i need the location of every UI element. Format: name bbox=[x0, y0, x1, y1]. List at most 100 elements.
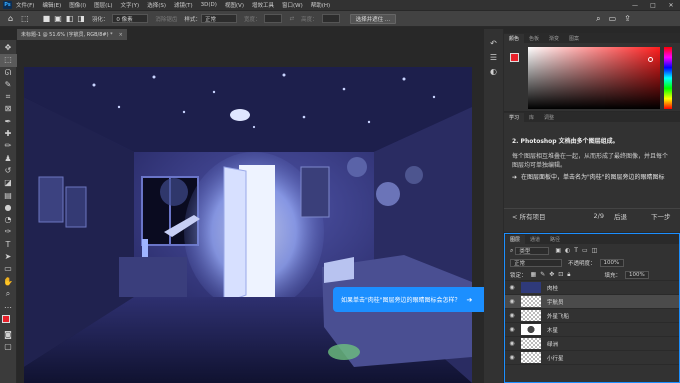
select-and-mask-button[interactable]: 选择并遮住 ... bbox=[349, 13, 397, 24]
quick-select-tool-icon[interactable]: ✎ bbox=[0, 79, 17, 91]
adjust-icon[interactable]: ◐ bbox=[490, 65, 497, 79]
layer-row-jupiter[interactable]: ◉ 木星 bbox=[505, 323, 679, 337]
tab-channels[interactable]: 通道 bbox=[525, 235, 545, 244]
visibility-eye-icon[interactable]: ◉ bbox=[505, 340, 519, 347]
document-tab[interactable]: 未标题-1 @ 51.6% (宇航员, RGB/8#) * × bbox=[17, 29, 127, 40]
clone-stamp-tool-icon[interactable]: ♟ bbox=[0, 153, 17, 165]
filter-adjust-icon[interactable]: ◐ bbox=[565, 247, 570, 254]
tab-patterns[interactable]: 图案 bbox=[564, 34, 584, 43]
menu-plugins[interactable]: 增效工具 bbox=[252, 1, 274, 9]
tab-layers[interactable]: 图层 bbox=[505, 235, 526, 244]
document-canvas-image[interactable] bbox=[24, 67, 472, 383]
hue-slider[interactable] bbox=[664, 47, 672, 109]
marquee-tool-preset-icon[interactable]: ⬚ bbox=[21, 14, 29, 23]
layer-row-spaceship[interactable]: ◉ 外星飞船 bbox=[505, 309, 679, 323]
feather-input[interactable]: 0 像素 bbox=[112, 14, 149, 23]
minimize-button[interactable]: — bbox=[626, 2, 644, 9]
learn-back-button[interactable]: 后退 bbox=[614, 211, 627, 221]
subtract-selection-icon[interactable]: ◧ bbox=[66, 14, 74, 23]
more-tools-icon[interactable]: … bbox=[0, 300, 17, 312]
pen-tool-icon[interactable]: ✑ bbox=[0, 226, 17, 238]
tab-paths[interactable]: 路径 bbox=[545, 235, 565, 244]
add-selection-icon[interactable]: ▣ bbox=[54, 14, 62, 23]
menu-window[interactable]: 窗口(W) bbox=[282, 1, 303, 9]
healing-brush-tool-icon[interactable]: ✚ bbox=[0, 128, 17, 140]
lasso-tool-icon[interactable]: ᘏ bbox=[0, 67, 17, 79]
type-tool-icon[interactable]: T bbox=[0, 239, 17, 251]
antialias-checkbox[interactable]: 消除锯齿 bbox=[155, 15, 177, 23]
blend-mode-select[interactable]: 正常 bbox=[510, 259, 562, 267]
lock-all-icon[interactable]: 🔒︎ bbox=[567, 271, 570, 279]
tab-gradients[interactable]: 渐变 bbox=[544, 34, 564, 43]
blur-tool-icon[interactable]: ● bbox=[0, 202, 17, 214]
lock-move-icon[interactable]: ✥ bbox=[549, 271, 554, 278]
crop-tool-icon[interactable]: ⌗ bbox=[0, 91, 17, 103]
close-document-icon[interactable]: × bbox=[119, 32, 123, 38]
lock-paint-icon[interactable]: ✎ bbox=[540, 271, 545, 278]
new-selection-icon[interactable]: ■ bbox=[43, 14, 51, 23]
swap-icon[interactable]: ⇄ bbox=[289, 16, 294, 22]
all-projects-link[interactable]: < 所有项目 bbox=[512, 211, 546, 221]
height-input[interactable] bbox=[321, 14, 340, 23]
tab-adjustments[interactable]: 调整 bbox=[539, 113, 559, 122]
opacity-input[interactable]: 100% bbox=[599, 259, 624, 267]
color-swatch-preview[interactable] bbox=[510, 53, 519, 62]
menu-file[interactable]: 文件(F) bbox=[16, 1, 34, 9]
search-icon[interactable]: ⌕ bbox=[596, 14, 600, 24]
foreground-color-swatch[interactable] bbox=[1, 314, 10, 323]
maximize-button[interactable]: □ bbox=[644, 2, 662, 9]
quick-mask-icon[interactable]: ◙ bbox=[0, 329, 17, 341]
menu-3d[interactable]: 3D(D) bbox=[201, 2, 217, 8]
fill-input[interactable]: 100% bbox=[625, 270, 649, 279]
share-icon[interactable]: ⇪ bbox=[624, 14, 631, 23]
menu-filter[interactable]: 滤镜(T) bbox=[174, 1, 193, 9]
menu-image[interactable]: 图像(I) bbox=[69, 1, 86, 9]
color-swatches[interactable] bbox=[0, 313, 17, 329]
filter-type-icon[interactable]: T bbox=[574, 247, 578, 254]
menu-edit[interactable]: 编辑(E) bbox=[42, 1, 61, 9]
rectangle-tool-icon[interactable]: ▭ bbox=[0, 263, 17, 275]
tab-color[interactable]: 颜色 bbox=[504, 34, 525, 43]
menu-select[interactable]: 选择(S) bbox=[147, 1, 166, 9]
visibility-eye-icon[interactable]: ◉ bbox=[505, 354, 519, 361]
tab-libraries[interactable]: 库 bbox=[524, 113, 539, 122]
visibility-eye-icon[interactable]: ◉ bbox=[505, 298, 519, 305]
intersect-selection-icon[interactable]: ◨ bbox=[77, 14, 85, 23]
visibility-eye-icon[interactable]: ◉ bbox=[505, 326, 519, 333]
lock-pixels-icon[interactable]: ▦ bbox=[531, 271, 537, 278]
marquee-tool-icon[interactable]: ⬚ bbox=[0, 54, 17, 67]
layer-row-astronaut[interactable]: ◉ 宇航员 bbox=[505, 295, 679, 309]
zoom-tool-icon[interactable]: ⌕ bbox=[0, 288, 17, 300]
dodge-tool-icon[interactable]: ◔ bbox=[0, 214, 17, 226]
history-brush-tool-icon[interactable]: ↺ bbox=[0, 165, 17, 177]
home-icon[interactable]: ⌂ bbox=[8, 14, 13, 23]
close-window-button[interactable]: ✕ bbox=[662, 2, 680, 9]
path-select-tool-icon[interactable]: ➤ bbox=[0, 251, 17, 263]
color-picker-handle[interactable] bbox=[648, 57, 653, 62]
filter-pixel-icon[interactable]: ▣ bbox=[555, 247, 561, 254]
move-tool-icon[interactable]: ✥ bbox=[0, 42, 17, 54]
color-picker-field[interactable] bbox=[528, 47, 660, 109]
properties-icon[interactable]: ☰ bbox=[490, 51, 497, 65]
eyedropper-tool-icon[interactable]: ✒ bbox=[0, 116, 17, 128]
layer-row-cinnamon[interactable]: ◉ 肉桂 bbox=[505, 281, 679, 295]
width-input[interactable] bbox=[264, 14, 283, 23]
menu-help[interactable]: 帮助(H) bbox=[311, 1, 330, 9]
layer-filter-select[interactable]: 类型 bbox=[515, 246, 550, 255]
visibility-eye-icon[interactable]: ◉ bbox=[505, 284, 519, 291]
workspace-icon[interactable]: ▭ bbox=[609, 14, 617, 23]
style-select[interactable]: 正常 bbox=[200, 14, 237, 23]
screen-mode-icon[interactable]: ▢ bbox=[0, 341, 17, 353]
eraser-tool-icon[interactable]: ◪ bbox=[0, 177, 17, 189]
menu-view[interactable]: 视图(V) bbox=[225, 1, 244, 9]
filter-smart-icon[interactable]: ◫ bbox=[592, 247, 598, 254]
menu-type[interactable]: 文字(Y) bbox=[121, 1, 140, 9]
frame-tool-icon[interactable]: ⊠ bbox=[0, 103, 17, 115]
layer-row-asteroid[interactable]: ◉ 小行星 bbox=[505, 351, 679, 365]
lock-artboard-icon[interactable]: ⊡ bbox=[558, 271, 563, 278]
layer-row-oasis[interactable]: ◉ 绿洲 bbox=[505, 337, 679, 351]
learn-next-button[interactable]: 下一步 bbox=[651, 211, 671, 221]
gradient-tool-icon[interactable]: ▤ bbox=[0, 190, 17, 202]
tab-swatches[interactable]: 色板 bbox=[524, 34, 544, 43]
tab-learn[interactable]: 学习 bbox=[504, 113, 525, 122]
